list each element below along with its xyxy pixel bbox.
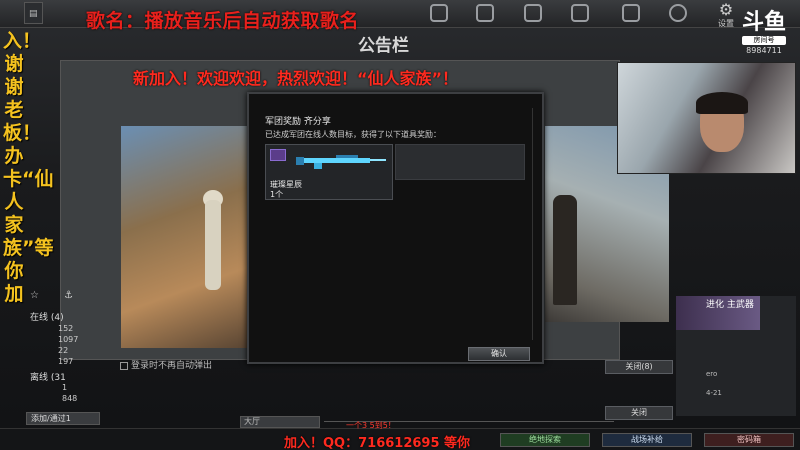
auto-popup-label: 登录时不再自动弹出 [131,361,213,371]
rarity-icon [270,149,286,161]
list-item[interactable]: 1 [62,382,77,393]
online-list: 152 1097 22 197 [58,323,78,367]
gamepad-icon[interactable] [524,4,542,22]
logo-tag: 房间号 [742,36,786,45]
settings-button[interactable]: ⚙ 设置 [712,2,740,29]
scrolling-donation-text: 入！谢谢老板！办卡“仙人家族”等你加 [3,30,54,305]
top-tab-1[interactable]: ▤ [24,2,43,24]
mail-icon[interactable] [571,4,589,22]
close-button[interactable]: 关闭 [605,406,673,420]
confirm-button[interactable]: 确认 [468,347,530,361]
robot-figure [205,200,221,290]
password-box-button[interactable]: 密码箱 [704,433,794,447]
shield-icon[interactable] [622,4,640,22]
legion-tab-icon[interactable]: ⚓ [64,290,73,301]
offline-group-label[interactable]: 离线 (31 [30,370,66,383]
right-row-2: 4-21 [706,389,722,397]
song-banner: 歌名：播放音乐后自动获取歌名 [86,10,360,32]
list-item[interactable]: 848 [62,393,77,404]
list-item[interactable]: 1097 [58,334,78,345]
logo-text: 斗鱼 [742,10,787,35]
marquee-text: 新加入！欢迎欢迎，热烈欢迎！“仙人家族”！ [133,69,459,88]
evolve-weapon-banner[interactable]: 进化 主武器 [676,296,760,330]
tv-icon[interactable] [430,4,448,22]
item-quantity: 1个 [270,190,284,199]
reward-slot-empty [395,144,525,180]
announcement-close-button[interactable]: 关闭(8) [605,360,673,374]
reward-item-card[interactable]: 璀璨星辰 1个 [265,144,393,200]
checkbox-icon[interactable] [120,361,128,370]
add-friend-button[interactable]: 添加/通过1 [26,412,100,425]
explore-button[interactable]: 绝地探索 [500,433,590,447]
evolve-weapon-text: 进化 主武器 [706,300,754,310]
room-id: 8984711 [746,46,782,55]
streamer-hair [696,92,748,114]
online-group-label[interactable]: 在线 (4) [30,310,64,323]
reward-dialog: 军团奖励 齐分享 已达成军团在线人数目标，获得了以下道具奖励： 璀璨星辰 1个 … [247,92,544,364]
supply-button[interactable]: 战场补给 [602,433,692,447]
game-screen: ▤ ⚙ 设置 歌名：播放音乐后自动获取歌名 斗鱼 房间号 8984711 公告栏… [0,0,800,450]
list-item[interactable]: 152 [58,323,78,334]
dialog-title: 军团奖励 齐分享 [265,117,331,127]
dialog-scrollbar[interactable] [532,108,538,340]
artwork-left [121,126,247,348]
join-overlay-text: 加入！QQ：716612695 等你 [284,436,471,450]
soldier-figure [553,195,577,305]
list-item[interactable]: 22 [58,345,78,356]
announcement-title: 公告栏 [358,36,409,56]
right-row-1: ero [706,370,718,378]
settings-label: 设置 [718,19,734,28]
list-item[interactable]: 197 [58,356,78,367]
offline-list: 1 848 [62,382,77,404]
dialog-subtitle: 已达成军团在线人数目标，获得了以下道具奖励： [265,130,441,139]
friends-tab-icon[interactable]: ☆ [30,290,39,301]
bag-icon[interactable] [476,4,494,22]
gear-icon: ⚙ [718,0,734,19]
chat-channel-select[interactable]: 大厅 [240,416,320,428]
douyu-logo: 斗鱼 房间号 8984711 [742,12,786,56]
auto-popup-toggle[interactable]: 登录时不再自动弹出 [120,358,212,371]
overlay-red-text: 一个3 5到5！ [346,421,396,430]
info-icon[interactable] [669,4,687,22]
rifle-icon [296,155,386,169]
